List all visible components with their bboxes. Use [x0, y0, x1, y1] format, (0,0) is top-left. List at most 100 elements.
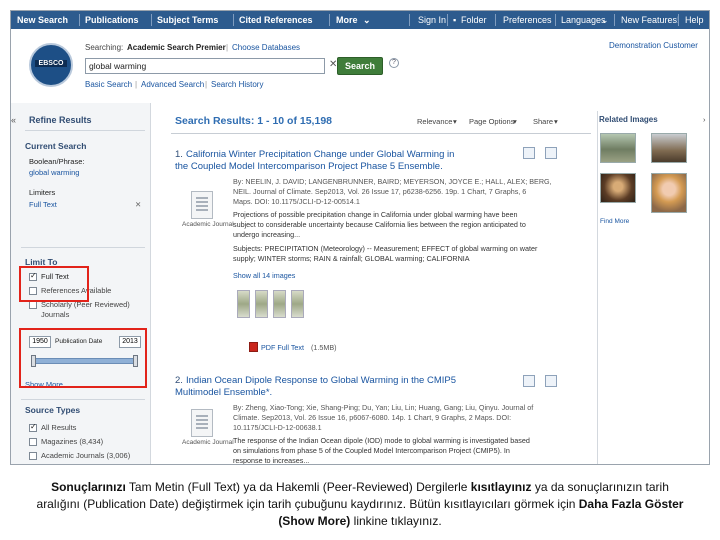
- top-navbar: New Search Publications Subject Terms Ci…: [11, 11, 709, 29]
- limiters-label: Limiters: [29, 188, 56, 197]
- nav-new-features[interactable]: New Features!: [621, 11, 680, 29]
- magazines-checkbox[interactable]: [29, 438, 37, 446]
- nav-subject-terms[interactable]: Subject Terms: [157, 11, 218, 29]
- result-subjects: supply; WINTER storms; RAIN & rainfall; …: [233, 254, 470, 263]
- result-title-link[interactable]: California Winter Precipitation Change u…: [186, 149, 454, 160]
- page-options-dropdown[interactable]: Page Options: [469, 117, 514, 126]
- remove-limiter-icon[interactable]: ✕: [135, 200, 141, 209]
- nav-folder[interactable]: Folder: [461, 11, 487, 29]
- ebsco-logo[interactable]: EBSCO: [29, 43, 73, 87]
- figure-thumbnail[interactable]: [273, 290, 286, 318]
- nav-new-search[interactable]: New Search: [17, 11, 68, 29]
- magazines-label: Magazines (8,434): [41, 437, 104, 446]
- pdf-icon: [249, 342, 258, 352]
- result-abstract: The response of the Indian Ocean dipole …: [233, 436, 530, 445]
- highlight-full-text: [19, 266, 89, 302]
- publication-type: Academic Journal: [182, 221, 234, 228]
- limiter-value[interactable]: Full Text: [29, 200, 57, 209]
- caption-part: Sonuçlarınızı: [51, 480, 126, 494]
- result-abstract: subject to considerable uncertainty beca…: [233, 220, 526, 229]
- add-to-folder-icon[interactable]: [545, 147, 557, 159]
- folder-icon: ▪: [453, 15, 457, 25]
- caption-part: Tam Metin (Full Text) ya da Hakemli (Pee…: [125, 480, 471, 494]
- share-dropdown[interactable]: Share: [533, 117, 553, 126]
- all-results-label: All Results: [41, 423, 77, 432]
- preview-icon[interactable]: [523, 375, 535, 387]
- result-title-link[interactable]: the Coupled Model Intercomparison Projec…: [175, 161, 443, 172]
- caption: Sonuçlarınızı Tam Metin (Full Text) ya d…: [30, 479, 690, 530]
- refine-results-title: Refine Results: [29, 115, 92, 125]
- result-abstract: Projections of possible precipitation ch…: [233, 210, 518, 219]
- boolean-label: Boolean/Phrase:: [29, 157, 85, 166]
- choose-databases-link[interactable]: Choose Databases: [232, 43, 300, 52]
- search-input[interactable]: [85, 58, 325, 74]
- collapse-right-icon[interactable]: ›: [703, 115, 706, 124]
- related-image[interactable]: [651, 133, 687, 163]
- boolean-value[interactable]: global warming: [29, 168, 79, 177]
- result-subjects: Subjects: PRECIPITATION (Meteorology) --…: [233, 244, 538, 253]
- related-image[interactable]: [651, 173, 687, 213]
- browser-screenshot: New Search Publications Subject Terms Ci…: [10, 10, 710, 465]
- result-abstract: undergo increasing...: [233, 230, 301, 239]
- related-images-title: Related Images: [599, 115, 658, 124]
- search-button[interactable]: Search: [337, 57, 383, 75]
- result-number: 1.: [175, 149, 183, 160]
- result-source: NEIL. Journal of Climate. Sep2013, Vol. …: [233, 187, 527, 196]
- pdf-size: (1.5MB): [311, 343, 337, 352]
- nav-help[interactable]: Help: [685, 11, 704, 29]
- basic-search-link[interactable]: Basic Search: [85, 80, 132, 89]
- pdf-full-text-link[interactable]: PDF Full Text: [261, 343, 304, 352]
- result-title-link[interactable]: Indian Ocean Dipole Response to Global W…: [186, 375, 456, 386]
- result-number: 2.: [175, 375, 183, 386]
- result-abstract: on simulations from phase 5 of the Coupl…: [233, 446, 510, 455]
- result-doi: Maps. DOI: 10.1175/JCLI-D-12-00514.1: [233, 197, 360, 206]
- caption-part: linkine tıklayınız.: [350, 514, 442, 528]
- all-results-checkbox[interactable]: [29, 422, 37, 432]
- figure-thumbnail[interactable]: [237, 290, 250, 318]
- related-image[interactable]: [600, 173, 636, 203]
- current-search-title: Current Search: [25, 141, 87, 151]
- add-to-folder-icon[interactable]: [545, 375, 557, 387]
- results-header: Search Results: 1 - 10 of 15,198: [175, 115, 332, 127]
- figure-thumbnail[interactable]: [291, 290, 304, 318]
- related-image[interactable]: [600, 133, 636, 163]
- chevron-down-icon: ⌄: [363, 15, 371, 25]
- advanced-search-link[interactable]: Advanced Search: [141, 80, 204, 89]
- journal-icon: [191, 409, 213, 437]
- preview-icon[interactable]: [523, 147, 535, 159]
- academic-journals-checkbox[interactable]: [29, 452, 37, 460]
- nav-preferences[interactable]: Preferences: [503, 11, 552, 29]
- chevron-down-icon: ▾: [513, 117, 517, 126]
- journal-icon: [191, 191, 213, 219]
- find-more-link[interactable]: Find More: [600, 218, 629, 225]
- journals-label: Journals: [41, 310, 70, 319]
- related-images-panel: [597, 111, 709, 464]
- scholarly-checkbox[interactable]: [29, 301, 37, 309]
- logo-text: EBSCO: [35, 60, 67, 67]
- caption-part: kısıtlayınız: [470, 480, 532, 494]
- result-abstract: response to increases...: [233, 456, 310, 465]
- search-history-link[interactable]: Search History: [211, 80, 263, 89]
- collapse-left-icon[interactable]: «: [11, 115, 16, 125]
- sort-relevance-dropdown[interactable]: Relevance: [417, 117, 452, 126]
- nav-publications[interactable]: Publications: [85, 11, 139, 29]
- database-name: Academic Search Premier: [127, 43, 226, 52]
- chevron-down-icon: ⌄: [601, 15, 609, 25]
- result-authors: By: Zheng, Xiao-Tong; Xie, Shang-Ping; D…: [233, 403, 534, 412]
- nav-languages[interactable]: Languages: [561, 11, 606, 29]
- chevron-down-icon: ▾: [554, 117, 558, 126]
- chevron-down-icon: ▾: [453, 117, 457, 126]
- show-images-link[interactable]: Show all 14 images: [233, 271, 295, 280]
- result-doi: 10.1175/JCLI-D-12-00638.1: [233, 423, 322, 432]
- nav-more[interactable]: More: [336, 11, 358, 29]
- nav-cited-references[interactable]: Cited References: [239, 11, 313, 29]
- source-types-title: Source Types: [25, 405, 81, 415]
- result-authors: By: NEELIN, J. DAVID; LANGENBRUNNER, BAI…: [233, 177, 552, 186]
- publication-type: Academic Journal: [182, 439, 234, 446]
- result-title-link[interactable]: Multimodel Ensemble*.: [175, 387, 272, 398]
- customer-name: Demonstration Customer: [609, 41, 698, 50]
- nav-sign-in[interactable]: Sign In: [418, 11, 446, 29]
- searching-label: Searching:: [85, 43, 124, 52]
- help-icon[interactable]: ?: [389, 58, 399, 68]
- figure-thumbnail[interactable]: [255, 290, 268, 318]
